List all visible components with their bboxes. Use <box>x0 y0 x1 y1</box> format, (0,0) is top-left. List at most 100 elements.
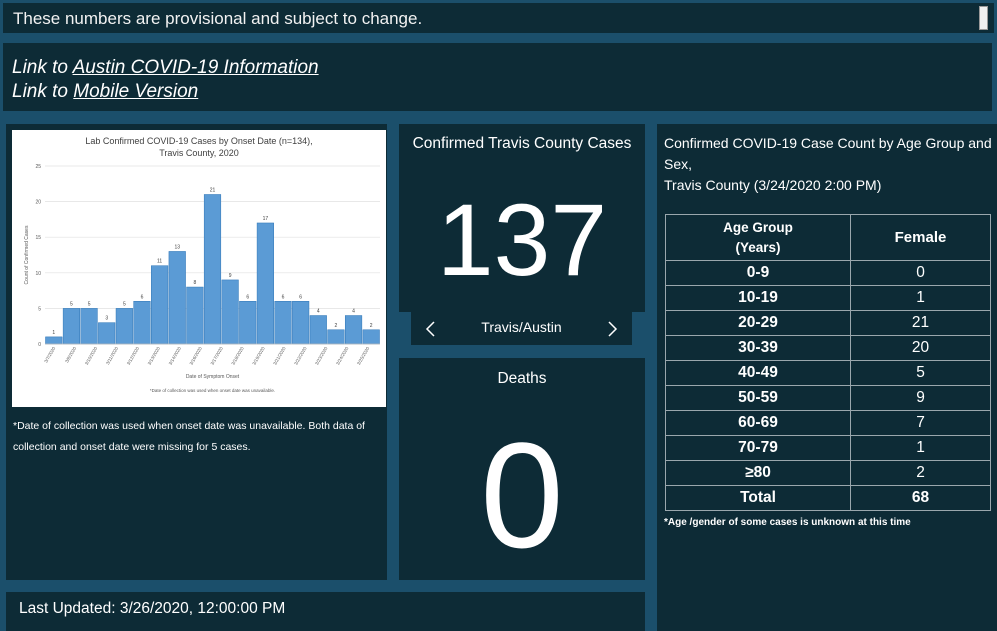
female-count-cell: 5 <box>850 360 991 386</box>
deaths-title: Deaths <box>497 370 547 387</box>
bar-data-label: 13 <box>174 244 180 250</box>
age-group-cell: 60-69 <box>665 410 851 436</box>
chart-footnote: *Date of collection was used when onset … <box>150 388 275 393</box>
epi-curve-note: *Date of collection was used when onset … <box>13 420 365 453</box>
x-tick-label: 3/25/2020 <box>356 346 371 366</box>
female-count-cell: 9 <box>850 385 991 411</box>
age-sex-table: Age Group (Years) Female 0-9 0 10-19 1 20-… <box>665 214 991 511</box>
x-tick-label: 3/23/2020 <box>314 346 329 366</box>
chart-bar <box>292 301 310 345</box>
chart-bar <box>274 301 292 345</box>
col-age-group: Age Group (Years) <box>665 214 851 261</box>
cases-selector: Travis/Austin <box>411 312 632 345</box>
y-axis-label: Count of Confirmed Cases <box>24 225 30 284</box>
table-header-row: Age Group (Years) Female <box>665 214 991 261</box>
x-tick-label: 3/22/2020 <box>293 346 308 366</box>
total-label-cell: Total <box>665 485 851 511</box>
age-group-cell: 10-19 <box>665 285 851 311</box>
chart-bar <box>186 286 204 345</box>
col-female: Female <box>850 214 991 261</box>
next-arrow-icon[interactable] <box>606 319 620 339</box>
bar-data-label: 4 <box>317 309 320 315</box>
y-tick-label: 5 <box>38 306 41 312</box>
bar-data-label: 5 <box>88 301 91 307</box>
x-tick-label: 3/10/2020 <box>84 346 99 366</box>
chart-bar <box>221 279 239 345</box>
age-sex-footnote: *Age /gender of some cases is unknown at… <box>664 517 911 528</box>
chart-bar <box>115 308 133 345</box>
col-age-group-line2: (Years) <box>735 239 781 255</box>
links-panel: Link to Austin COVID-19 Information Link… <box>3 43 992 111</box>
female-count-cell: 1 <box>850 285 991 311</box>
chart-bar <box>344 315 363 345</box>
bar-data-label: 5 <box>70 301 73 307</box>
bar-data-label: 6 <box>282 294 285 300</box>
chart-bar <box>98 322 116 345</box>
chart-bar <box>133 301 151 345</box>
x-tick-label: 3/24/2020 <box>335 346 350 366</box>
chart-bar <box>239 301 257 345</box>
link-row-mobile: Link to Mobile Version <box>12 81 198 103</box>
table-total-row: Total 68 <box>665 485 991 511</box>
austin-covid-info-link[interactable]: Austin COVID-19 Information <box>73 57 319 78</box>
epi-curve-panel: Lab Confirmed COVID-19 Cases by Onset Da… <box>6 124 387 580</box>
x-tick-label: 3/16/2020 <box>189 346 204 366</box>
col-age-group-line1: Age Group <box>723 219 793 235</box>
y-tick-label: 0 <box>38 342 41 348</box>
chart-bar <box>151 265 169 345</box>
x-tick-label: 3/8/2020 <box>64 346 77 364</box>
table-row: 50-59 9 <box>665 385 991 411</box>
disclaimer-banner: These numbers are provisional and subjec… <box>3 3 994 33</box>
age-sex-panel: Confirmed COVID-19 Case Count by Age Gro… <box>657 124 997 631</box>
chart-bar <box>256 222 274 345</box>
x-tick-label: 3/14/2020 <box>168 346 183 366</box>
bar-data-label: 17 <box>263 216 269 222</box>
chart-bar <box>309 315 327 345</box>
cases-count: 137 <box>436 183 608 297</box>
x-tick-label: 3/7/2020 <box>43 346 56 364</box>
bar-data-label: 1 <box>52 330 55 336</box>
table-row: ≥80 2 <box>665 460 991 486</box>
mobile-version-link[interactable]: Mobile Version <box>73 81 198 102</box>
age-group-cell: 70-79 <box>665 435 851 461</box>
banner-scrollbar[interactable] <box>979 6 988 30</box>
y-tick-label: 20 <box>35 200 41 206</box>
chart-bar <box>62 308 81 345</box>
age-sex-title-line2: Travis County (3/24/2020 2:00 PM) <box>664 177 882 193</box>
y-tick-label: 15 <box>35 235 41 241</box>
link-prefix: Link to <box>12 81 74 102</box>
disclaimer-text: These numbers are provisional and subjec… <box>13 9 423 28</box>
y-tick-label: 25 <box>35 164 41 170</box>
female-count-cell: 1 <box>850 435 991 461</box>
bar-data-label: 6 <box>246 294 249 300</box>
chart-bar <box>203 194 222 345</box>
epi-curve-chart: Lab Confirmed COVID-19 Cases by Onset Da… <box>12 130 386 407</box>
bar-data-label: 5 <box>123 301 126 307</box>
bar-data-label: 2 <box>335 323 338 329</box>
bar-data-label: 4 <box>352 309 355 315</box>
female-count-cell: 2 <box>850 460 991 486</box>
table-row: 20-29 21 <box>665 310 991 336</box>
bar-data-label: 9 <box>229 273 232 279</box>
x-tick-label: 3/19/2020 <box>251 346 266 366</box>
total-value-cell: 68 <box>850 485 991 511</box>
last-updated-panel: Last Updated: 3/26/2020, 12:00:00 PM <box>6 592 645 631</box>
x-axis-label: Date of Symptom Onset <box>186 374 240 380</box>
chart-title-line: Travis County, 2020 <box>159 148 239 158</box>
chart-bar <box>168 251 186 345</box>
chart-bar <box>80 308 98 345</box>
link-prefix: Link to <box>12 57 73 78</box>
chart-bar <box>327 329 345 345</box>
last-updated-text: Last Updated: 3/26/2020, 12:00:00 PM <box>19 600 286 617</box>
age-sex-title: Confirmed COVID-19 Case Count by Age Gro… <box>664 133 994 196</box>
bar-data-label: 21 <box>210 187 216 193</box>
cases-panel: Confirmed Travis County Cases 137 <box>399 124 645 312</box>
x-tick-label: 3/13/2020 <box>147 346 162 366</box>
age-group-cell: ≥80 <box>665 460 851 486</box>
deaths-count: 0 <box>480 411 564 579</box>
table-row: 60-69 7 <box>665 410 991 436</box>
chart-bar <box>362 329 380 345</box>
y-tick-label: 10 <box>35 271 41 277</box>
age-sex-title-line1: Confirmed COVID-19 Case Count by Age Gro… <box>664 135 992 172</box>
chart-title-line: Lab Confirmed COVID-19 Cases by Onset Da… <box>85 136 312 146</box>
